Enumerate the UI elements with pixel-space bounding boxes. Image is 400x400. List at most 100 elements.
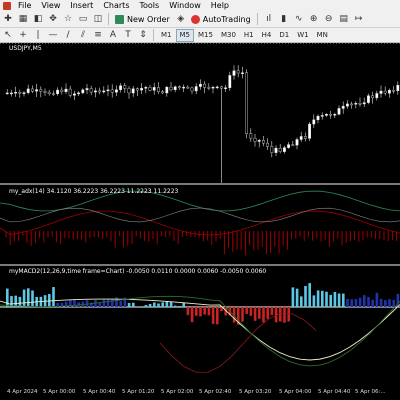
panel-divider[interactable] bbox=[0, 264, 400, 266]
panel-divider[interactable] bbox=[0, 183, 400, 185]
cursor-icon[interactable]: ↖ bbox=[1, 29, 15, 42]
candle-body bbox=[350, 103, 353, 106]
menu-window[interactable]: Window bbox=[164, 0, 206, 11]
chart-window[interactable]: USDJPY,M5 my_adx(14) 34.1120 36.2223 36.… bbox=[0, 43, 400, 400]
macd-histogram-bar bbox=[52, 287, 55, 307]
menu-insert[interactable]: Insert bbox=[65, 0, 98, 11]
candle-body bbox=[198, 83, 202, 87]
candle-body bbox=[236, 70, 240, 74]
candle-body bbox=[295, 139, 299, 146]
timeframe-h1[interactable]: H1 bbox=[240, 29, 258, 42]
macd-histogram-bar bbox=[14, 295, 17, 307]
macd-histogram-bar bbox=[346, 299, 349, 307]
zoom-in-icon[interactable]: ⊕ bbox=[307, 13, 321, 26]
macd-histogram-bar bbox=[241, 307, 244, 322]
macd-histogram-bar bbox=[199, 307, 202, 317]
line-chart-icon[interactable]: ∿ bbox=[292, 13, 306, 26]
new-order-button[interactable]: New Order bbox=[112, 13, 173, 26]
candle-body bbox=[266, 142, 269, 147]
candle-body bbox=[127, 88, 131, 94]
timeframe-m30[interactable]: M30 bbox=[217, 29, 240, 42]
horizontal-line-icon[interactable]: — bbox=[46, 29, 60, 42]
menu-charts[interactable]: Charts bbox=[98, 0, 134, 11]
fibonacci-icon[interactable]: ≡ bbox=[91, 29, 105, 42]
macd-histogram-bar bbox=[140, 306, 143, 307]
autotrading-button[interactable]: AutoTrading bbox=[188, 13, 254, 26]
navigator-icon[interactable]: ☆ bbox=[61, 13, 75, 26]
candlestick-icon[interactable]: ▮ bbox=[277, 13, 291, 26]
toolbar-separator bbox=[108, 13, 109, 25]
macd-histogram-bar bbox=[329, 294, 332, 307]
macd-histogram-bar bbox=[384, 300, 387, 307]
macd-histogram-bar bbox=[102, 299, 106, 307]
macd-histogram-bar bbox=[342, 293, 345, 307]
terminal-icon[interactable]: ▭ bbox=[76, 13, 90, 26]
candle-body bbox=[329, 114, 332, 116]
macd-histogram-bar bbox=[31, 290, 34, 307]
timeframe-mn[interactable]: MN bbox=[313, 29, 332, 42]
macd-histogram-bar bbox=[211, 307, 215, 324]
label-icon[interactable]: T bbox=[121, 29, 135, 42]
timeframe-m1[interactable]: M1 bbox=[157, 29, 176, 42]
macd-histogram-bar bbox=[144, 305, 148, 307]
candle-body bbox=[26, 88, 30, 93]
bar-chart-icon[interactable]: ıl bbox=[262, 13, 276, 26]
macd-histogram-bar bbox=[182, 302, 185, 307]
candle-body bbox=[190, 87, 194, 92]
timeframe-m5[interactable]: M5 bbox=[175, 28, 194, 42]
candle-body bbox=[278, 147, 282, 152]
candle-body bbox=[257, 140, 261, 142]
menu-view[interactable]: View bbox=[36, 0, 65, 11]
vertical-line-icon[interactable]: | bbox=[31, 29, 45, 42]
symbol-label: USDJPY,M5 bbox=[9, 45, 42, 52]
timeframe-d1[interactable]: D1 bbox=[275, 29, 293, 42]
equidistant-channel-icon[interactable]: ⫽ bbox=[76, 29, 90, 42]
macd-histogram-bar bbox=[207, 307, 211, 316]
candle-body bbox=[5, 92, 9, 95]
menu-help[interactable]: Help bbox=[206, 0, 234, 11]
crosshair-icon[interactable]: + bbox=[16, 29, 30, 42]
trendline-icon[interactable]: / bbox=[61, 29, 75, 42]
macd-histogram-bar bbox=[354, 298, 358, 307]
candle-body bbox=[85, 88, 89, 91]
new-chart-icon[interactable]: ✚ bbox=[1, 13, 15, 26]
arrows-icon[interactable]: ⇕ bbox=[136, 29, 150, 42]
candle-body bbox=[388, 90, 391, 94]
macd-histogram-bar bbox=[106, 298, 110, 307]
macd-histogram-bar bbox=[287, 307, 290, 322]
metaeditor-icon[interactable]: ◈ bbox=[174, 13, 188, 26]
macd-histogram-bar bbox=[325, 291, 328, 307]
profiles-icon[interactable]: ▦ bbox=[16, 13, 30, 26]
menu-file[interactable]: File bbox=[13, 0, 36, 11]
strategy-tester-icon[interactable]: ◫ bbox=[91, 13, 105, 26]
menu-tools[interactable]: Tools bbox=[134, 0, 164, 11]
macd-histogram-bar bbox=[98, 302, 101, 307]
timeframe-h4[interactable]: H4 bbox=[258, 29, 276, 42]
drawing-toolbar: ↖ + | — / ⫽ ≡ A T ⇕ M1 M5 M15 M30 H1 H4 … bbox=[0, 28, 400, 43]
candle-body bbox=[341, 105, 345, 109]
zoom-out-icon[interactable]: ⊖ bbox=[322, 13, 336, 26]
macd-histogram-bar bbox=[195, 307, 198, 316]
market-watch-icon[interactable]: ◧ bbox=[31, 13, 45, 26]
candle-body bbox=[203, 83, 206, 88]
candle-body bbox=[114, 89, 118, 93]
candle-body bbox=[93, 90, 97, 93]
timeframe-m15[interactable]: M15 bbox=[194, 29, 217, 42]
candle-body bbox=[131, 88, 135, 94]
chart-canvas[interactable] bbox=[0, 43, 400, 400]
text-icon[interactable]: A bbox=[106, 29, 120, 42]
tile-windows-icon[interactable]: ▤ bbox=[337, 13, 351, 26]
time-tick: 5 Apr 00:00 bbox=[43, 389, 76, 395]
data-window-icon[interactable]: ✥ bbox=[46, 13, 60, 26]
candle-body bbox=[245, 72, 248, 134]
candle-body bbox=[72, 93, 76, 96]
macd-histogram-bar bbox=[358, 297, 362, 307]
time-tick: 5 Apr 04:00 bbox=[279, 389, 312, 395]
macd-histogram-bar bbox=[300, 296, 303, 307]
timeframe-w1[interactable]: W1 bbox=[293, 29, 312, 42]
candle-body bbox=[362, 102, 366, 105]
candle-body bbox=[169, 86, 173, 91]
auto-scroll-icon[interactable]: ↦ bbox=[352, 13, 366, 26]
candle-body bbox=[31, 88, 34, 92]
macd-histogram-bar bbox=[190, 307, 194, 323]
